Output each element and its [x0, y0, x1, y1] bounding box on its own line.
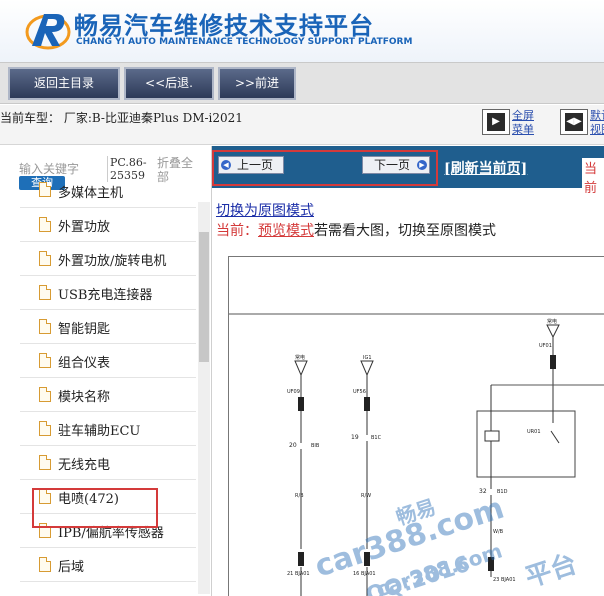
fuse-uf01-top-label: 常电 [547, 318, 557, 325]
prev-page-button[interactable]: ◀ 上一页 [218, 156, 284, 174]
wiring-diagram-svg: 常电 UF09 20 BIB R/B 21 BJA01 IG1 UF56 19 … [229, 313, 604, 596]
prev-page-label: 上一页 [236, 158, 273, 172]
tree-item[interactable]: 外置功放/旋转电机 [20, 242, 196, 276]
tree-item-label: 模块名称 [58, 390, 111, 405]
file-icon [39, 387, 51, 402]
fuse-uf01-name: UF01 [539, 343, 552, 349]
app-header: 畅易汽车维修技术支持平台 CHANG YI AUTO MAINTENANCE T… [0, 0, 604, 62]
car-model-label: 当前车型： 厂家:B-比亚迪秦Plus DM-i2021 [0, 111, 243, 125]
tree-item-label: 外置功放/旋转电机 [58, 254, 167, 269]
preview-prefix: 当前： [216, 223, 258, 239]
back-button[interactable]: <<后退. [124, 67, 214, 100]
file-icon [39, 455, 51, 470]
tree-item[interactable]: 驻车辅助ECU [20, 412, 196, 446]
file-icon [39, 285, 51, 300]
tree-item-label: 组合仪表 [58, 356, 111, 371]
preview-mode-line: 当前：预览模式若需看大图，切换至原图模式 [216, 220, 496, 240]
tree-item-label: 多媒体主机 [58, 186, 124, 201]
file-icon [39, 421, 51, 436]
brand-title: 畅易汽车维修技术支持平台 [74, 12, 374, 40]
home-button[interactable]: 返回主目录 [8, 67, 120, 100]
default-view-link[interactable]: 默认 视图 [590, 109, 604, 137]
arrow-left-icon: ◀ [221, 160, 231, 170]
pin-19-connector: B1C [371, 435, 382, 441]
tree-item[interactable]: 无线充电 [20, 446, 196, 480]
wire-rb-label: R/B [295, 493, 304, 499]
next-page-label: 下一页 [373, 158, 410, 172]
watermark-5: 平台 [522, 548, 581, 594]
tree-item[interactable]: USB充电连接器 [20, 276, 196, 310]
fullscreen-menu-link[interactable]: 全屏 菜单 [512, 109, 534, 137]
file-icon [39, 182, 51, 197]
fuse-uf09-name: UF09 [287, 389, 300, 395]
pin-19: 19 [351, 434, 359, 441]
arrow-right-icon: ▶ [417, 160, 427, 170]
tree-item-label: 外置功放 [58, 220, 111, 235]
tree-item[interactable]: 组合仪表 [20, 344, 196, 378]
next-page-button[interactable]: 下一页 ▶ [362, 156, 430, 174]
connector-bja01-1: 21 BJA01 [287, 571, 310, 577]
pin-20: 20 [289, 442, 297, 449]
wire-wb-label: W/B [493, 529, 504, 535]
sidebar-scrollbar[interactable] [198, 202, 210, 594]
preview-mode-text: 预览模式 [258, 223, 314, 239]
scrollbar-thumb[interactable] [199, 232, 209, 362]
tree-item-label: 后域 [58, 560, 85, 575]
file-icon [39, 353, 51, 368]
fuse-uf09-top-label: 常电 [295, 354, 305, 361]
refresh-link[interactable]: [刷新当前页] [444, 158, 527, 178]
current-label: 当前 [582, 158, 604, 196]
tree-item[interactable]: 模块名称 [20, 378, 196, 412]
relay-ur01-label: UR01 [527, 429, 541, 435]
search-input[interactable]: 输入关键字 [19, 160, 79, 177]
file-icon [39, 319, 51, 334]
tree-item-label: 智能钥匙 [58, 322, 111, 337]
preview-suffix: 若需看大图，切换至原图模式 [314, 223, 496, 239]
tree-item-label: 无线充电 [58, 458, 111, 473]
brand-subtitle: CHANG YI AUTO MAINTENANCE TECHNOLOGY SUP… [76, 37, 413, 47]
logo-icon [25, 14, 71, 50]
pc-id-label: PC.86- 25359 [107, 156, 147, 182]
info-bar: 当前车型： 厂家:B-比亚迪秦Plus DM-i2021 ▶ 全屏 菜单 ◀▶ … [0, 105, 604, 145]
file-icon [39, 251, 51, 266]
fullscreen-icon: ▶ [487, 113, 505, 131]
sidebar: 输入关键字 查询 PC.86- 25359 折叠全 部 多媒体主机 外置功放 外… [0, 146, 212, 596]
switch-mode-link[interactable]: 切换为原图模式 [216, 200, 314, 220]
tree-item-label: 驻车辅助ECU [58, 424, 141, 439]
fullscreen-button[interactable]: ▶ [482, 109, 510, 135]
file-icon [39, 217, 51, 232]
file-icon [39, 557, 51, 572]
tree-item[interactable]: 多媒体主机 [20, 182, 196, 208]
tree-item[interactable]: 智能钥匙 [20, 310, 196, 344]
page-toolbar: ◀ 上一页 下一页 ▶ [刷新当前页] 当前 [212, 146, 604, 196]
selection-highlight [32, 488, 158, 528]
connector-bja01-3: 23 BJA01 [493, 577, 516, 583]
tree-item-label: USB充电连接器 [58, 288, 153, 303]
fuse-uf56-name: UF56 [353, 389, 366, 395]
tree-item[interactable]: 外置功放 [20, 208, 196, 242]
tree-item[interactable]: 后域 [20, 548, 196, 582]
default-view-icon: ◀▶ [565, 113, 583, 131]
wiring-diagram[interactable]: 常电 UF09 20 BIB R/B 21 BJA01 IG1 UF56 19 … [228, 256, 604, 596]
watermark-group: car388.com 畅易 car388.com QQ:2016 平台 [311, 491, 581, 596]
fuse-uf56-top-label: IG1 [363, 355, 372, 361]
nav-bar: 返回主目录 <<后退. >>前进 [0, 62, 604, 104]
main-content: ◀ 上一页 下一页 ▶ [刷新当前页] 当前 切换为原图模式 当前：预览模式若需… [212, 146, 604, 596]
forward-button[interactable]: >>前进 [218, 67, 296, 100]
default-view-button[interactable]: ◀▶ [560, 109, 588, 135]
pin-20-connector: BIB [311, 443, 320, 449]
wire-rw-label: R/W [361, 493, 371, 499]
collapse-all-button[interactable]: 折叠全 部 [157, 156, 193, 184]
